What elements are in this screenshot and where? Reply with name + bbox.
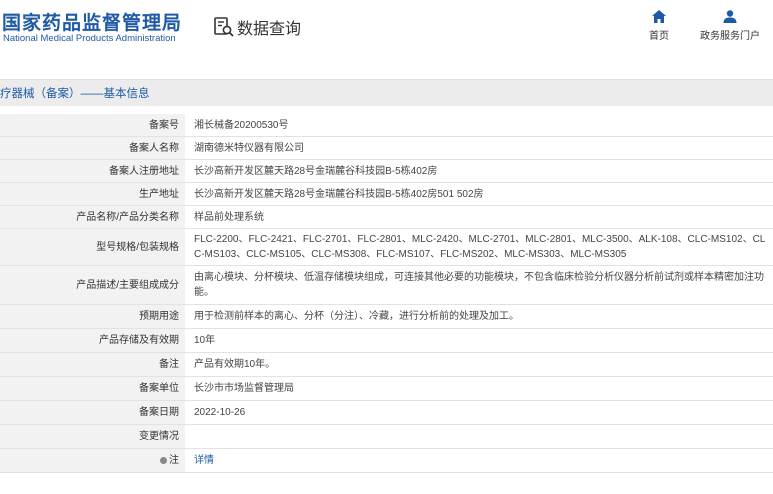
document-search-icon: [214, 17, 234, 37]
nav-home-label: 首页: [649, 31, 669, 42]
site-header: 国家药品监督管理局 National Medical Products Admi…: [0, 0, 773, 60]
details-link[interactable]: 详情: [194, 455, 214, 466]
field-label: 产品存储及有效期: [0, 328, 185, 353]
field-value: 湖南德米特仪器有限公司: [185, 136, 773, 160]
field-label: 备案日期: [0, 400, 185, 425]
field-value: 湘长械备20200530号: [185, 114, 773, 137]
field-label: 备注: [0, 352, 185, 377]
field-label: 型号规格/包装规格: [0, 228, 185, 266]
note-label-cell: 注: [0, 448, 185, 473]
table-row: 备注 产品有效期10年。: [0, 352, 773, 377]
field-value: FLC-2200、FLC-2421、FLC-2701、FLC-2801、MLC-…: [185, 228, 773, 266]
note-label: 注: [169, 455, 179, 466]
bulb-icon: [160, 456, 167, 464]
field-value: 10年: [185, 328, 773, 353]
data-query-label: 数据查询: [237, 21, 302, 38]
table-row: 备案号 湘长械备20200530号: [0, 114, 773, 137]
table-row: 型号规格/包装规格 FLC-2200、FLC-2421、FLC-2701、FLC…: [0, 228, 773, 266]
field-value: 由离心模块、分杯模块、低温存储模块组成，可连接其他必要的功能模块，不包含临床检验…: [185, 265, 773, 305]
field-label: 生产地址: [0, 182, 185, 206]
field-value: 用于检测前样本的离心、分杯（分注）、冷藏，进行分析前的处理及加工。: [185, 304, 773, 329]
nav-gov-portal-button[interactable]: 政务服务门户: [700, 10, 760, 42]
nav-home-button[interactable]: 首页: [629, 10, 689, 42]
field-label: 预期用途: [0, 304, 185, 329]
table-row: 备案单位 长沙市市场监督管理局: [0, 376, 773, 401]
site-logo-subtitle: National Medical Products Administration: [3, 33, 176, 44]
table-row: 变更情况: [0, 424, 773, 449]
field-value: 产品有效期10年。: [185, 352, 773, 377]
field-value: 长沙高新开发区麓天路28号金瑞麓谷科技园B-5栋402房: [185, 159, 773, 183]
field-value: 长沙高新开发区麓天路28号金瑞麓谷科技园B-5栋402房501 502房: [185, 182, 773, 206]
field-label: 产品描述/主要组成成分: [0, 265, 185, 305]
record-detail-table: 备案号 湘长械备20200530号 备案人名称 湖南德米特仪器有限公司 备案人注…: [0, 114, 773, 473]
breadcrumb: 疗器械（备案）——基本信息: [0, 79, 773, 106]
table-row: 生产地址 长沙高新开发区麓天路28号金瑞麓谷科技园B-5栋402房501 502…: [0, 182, 773, 206]
field-value: 样品前处理系统: [185, 205, 773, 229]
field-value: [185, 424, 773, 449]
user-icon: [723, 10, 737, 23]
site-logo-title[interactable]: 国家药品监督管理局: [2, 8, 182, 35]
table-row: 预期用途 用于检测前样本的离心、分杯（分注）、冷藏，进行分析前的处理及加工。: [0, 304, 773, 329]
breadcrumb-text: 疗器械（备案）——基本信息: [0, 88, 150, 100]
home-icon: [652, 10, 666, 23]
table-row: 备案日期 2022-10-26: [0, 400, 773, 425]
field-label: 备案单位: [0, 376, 185, 401]
data-query-link[interactable]: 数据查询: [213, 14, 301, 40]
table-row: 产品描述/主要组成成分 由离心模块、分杯模块、低温存储模块组成，可连接其他必要的…: [0, 265, 773, 305]
table-row: 备案人名称 湖南德米特仪器有限公司: [0, 136, 773, 160]
table-row: 产品名称/产品分类名称 样品前处理系统: [0, 205, 773, 229]
field-label: 备案号: [0, 114, 185, 137]
table-row-note: 注 详情: [0, 448, 773, 473]
field-label: 产品名称/产品分类名称: [0, 205, 185, 229]
nav-gov-portal-label: 政务服务门户: [700, 31, 760, 42]
field-label: 备案人名称: [0, 136, 185, 160]
note-value-cell: 详情: [185, 448, 773, 473]
table-row: 产品存储及有效期 10年: [0, 328, 773, 353]
field-label: 变更情况: [0, 424, 185, 449]
field-value: 2022-10-26: [185, 400, 773, 425]
field-value: 长沙市市场监督管理局: [185, 376, 773, 401]
field-label: 备案人注册地址: [0, 159, 185, 183]
table-row: 备案人注册地址 长沙高新开发区麓天路28号金瑞麓谷科技园B-5栋402房: [0, 159, 773, 183]
